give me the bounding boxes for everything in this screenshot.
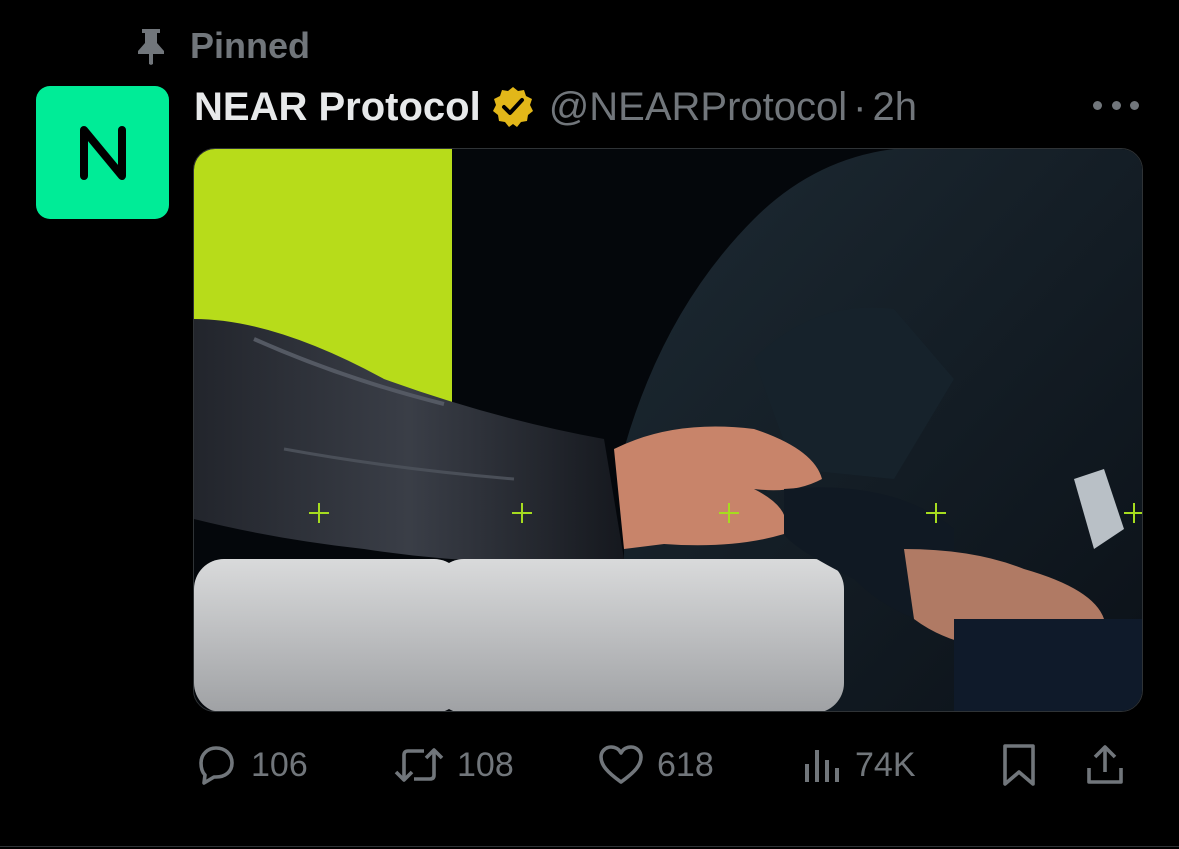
repost-icon: [394, 748, 444, 782]
share-icon: [1087, 745, 1123, 784]
reply-count: 106: [251, 745, 308, 784]
bookmark-icon: [1003, 744, 1035, 786]
like-count: 618: [657, 745, 714, 784]
avatar[interactable]: [36, 86, 169, 219]
views-count: 74K: [855, 745, 916, 784]
pinned-label: Pinned: [190, 25, 311, 66]
tweet-actions: 106 108 618 74K: [193, 734, 1143, 796]
views-icon: [805, 750, 839, 782]
pin-icon: [134, 26, 168, 66]
bookmark-button[interactable]: [999, 734, 1039, 796]
tweet-photo[interactable]: [193, 148, 1143, 712]
repost-count: 108: [457, 745, 514, 784]
reply-button[interactable]: 106: [193, 734, 308, 796]
timestamp[interactable]: 2h: [873, 85, 918, 130]
views-button[interactable]: 74K: [799, 734, 916, 796]
reply-icon: [199, 746, 234, 785]
heart-icon: [599, 745, 643, 784]
like-button[interactable]: 618: [597, 734, 714, 796]
more-options-icon[interactable]: [1093, 92, 1139, 118]
gold-verified-icon[interactable]: [491, 85, 535, 129]
tweet-header: NEAR Protocol @NEARProtocol · 2h: [194, 82, 917, 132]
divider: [0, 846, 1179, 847]
tweet[interactable]: Pinned NEAR Protocol @NEARProtocol · 2h: [0, 0, 1179, 849]
near-logo-icon: [79, 125, 126, 180]
repost-button[interactable]: 108: [393, 734, 514, 796]
separator-dot: ·: [853, 84, 867, 129]
social-context: Pinned: [134, 24, 310, 68]
author-handle[interactable]: @NEARProtocol: [549, 85, 847, 130]
share-button[interactable]: [1083, 734, 1127, 796]
display-name[interactable]: NEAR Protocol: [194, 85, 481, 130]
